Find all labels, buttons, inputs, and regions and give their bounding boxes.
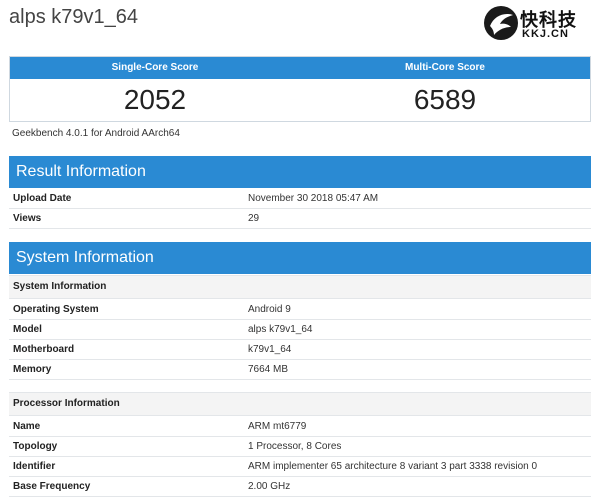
result-row-upload-date: Upload Date November 30 2018 05:47 AM — [9, 189, 591, 209]
row-value: Android 9 — [248, 304, 291, 315]
row-key: Operating System — [13, 304, 99, 315]
system-info-heading: System Information — [9, 242, 591, 274]
processor-row-base-frequency: Base Frequency 2.00 GHz — [9, 477, 591, 497]
row-value: k79v1_64 — [248, 344, 292, 355]
score-panel: Single-Core Score Multi-Core Score 2052 … — [9, 56, 591, 122]
score-labels: Single-Core Score Multi-Core Score — [10, 57, 590, 79]
bird-logo-icon — [484, 6, 518, 40]
system-row-os: Operating System Android 9 — [9, 300, 591, 320]
site-logo[interactable]: 快科技 KKJ.CN — [484, 4, 592, 44]
row-value: 29 — [248, 213, 260, 224]
row-key: Views — [13, 213, 42, 224]
row-key: Memory — [13, 364, 52, 375]
row-key: Name — [13, 421, 41, 432]
page-title: alps k79v1_64 — [9, 6, 138, 28]
system-row-motherboard: Motherboard k79v1_64 — [9, 340, 591, 360]
row-key: Model — [13, 324, 42, 335]
row-key: Identifier — [13, 461, 56, 472]
logo-en-text: KKJ.CN — [522, 28, 569, 40]
row-key: Base Frequency — [13, 481, 91, 492]
header: alps k79v1_64 快科技 KKJ.CN — [0, 0, 600, 44]
row-key: Motherboard — [13, 344, 75, 355]
row-value: November 30 2018 05:47 AM — [248, 193, 379, 204]
row-value: 1 Processor, 8 Cores — [248, 441, 342, 452]
result-row-views: Views 29 — [9, 209, 591, 229]
processor-row-name: Name ARM mt6779 — [9, 417, 591, 437]
score-values: 2052 6589 — [10, 79, 590, 121]
row-key: Upload Date — [13, 193, 72, 204]
single-core-label: Single-Core Score — [111, 62, 199, 73]
row-value: alps k79v1_64 — [248, 324, 313, 335]
row-value: 2.00 GHz — [248, 481, 291, 492]
processor-row-topology: Topology 1 Processor, 8 Cores — [9, 437, 591, 457]
processor-row-identifier: Identifier ARM implementer 65 architectu… — [9, 457, 591, 477]
row-value: ARM mt6779 — [248, 421, 307, 432]
system-row-model: Model alps k79v1_64 — [9, 320, 591, 340]
version-text: Geekbench 4.0.1 for Android AArch64 — [12, 128, 180, 139]
system-row-memory: Memory 7664 MB — [9, 360, 591, 380]
processor-info-subheading: Processor Information — [9, 392, 591, 416]
system-info-subheading: System Information — [9, 275, 591, 299]
row-key: Topology — [13, 441, 58, 452]
row-value: ARM implementer 65 architecture 8 varian… — [248, 461, 538, 472]
single-core-score: 2052 — [123, 84, 187, 115]
result-info-heading: Result Information — [9, 156, 591, 188]
row-value: 7664 MB — [248, 364, 289, 375]
multi-core-score: 6589 — [413, 84, 477, 115]
multi-core-label: Multi-Core Score — [404, 62, 485, 73]
